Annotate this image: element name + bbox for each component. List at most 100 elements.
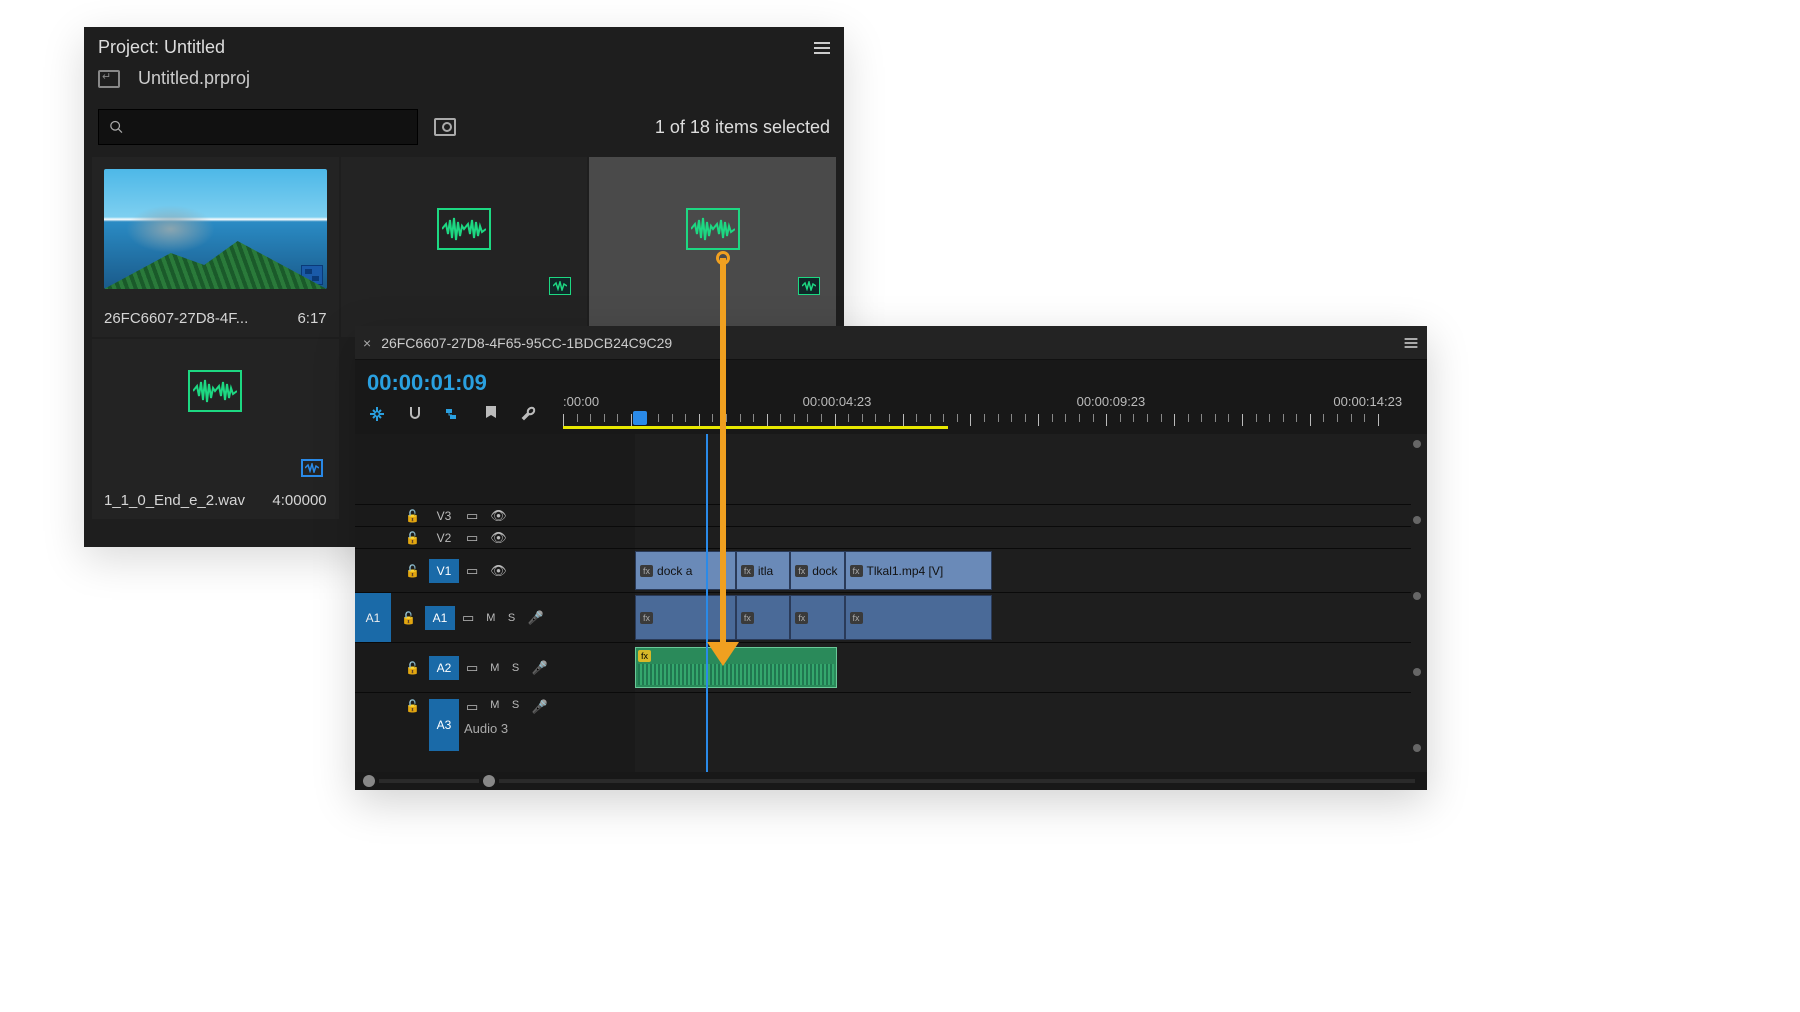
sequence-badge-icon — [301, 265, 323, 285]
audio-waveform-icon — [686, 208, 740, 250]
toggle-output-icon[interactable]: ▭ — [462, 610, 474, 626]
audio-clip-dragged[interactable]: fx — [635, 647, 837, 688]
track-label[interactable]: V3 — [429, 504, 459, 528]
lane-a2: fx — [635, 642, 1411, 692]
mute-button[interactable]: M — [490, 662, 500, 674]
eye-icon[interactable]: 👁 — [490, 530, 507, 546]
fx-badge-icon: fx — [795, 565, 808, 577]
lock-icon[interactable]: 🔓 — [405, 531, 420, 545]
timecode[interactable]: 00:00:01:09 — [363, 368, 563, 398]
fx-badge-icon: fx — [741, 612, 754, 624]
toggle-output-icon[interactable]: ▭ — [466, 563, 478, 579]
audio-clip[interactable]: fx — [845, 595, 992, 640]
toggle-output-icon[interactable]: ▭ — [466, 530, 478, 546]
item-duration: 6:17 — [297, 310, 326, 327]
audio-clip[interactable]: fx — [635, 595, 736, 640]
nest-toggle-icon[interactable] — [367, 404, 387, 424]
solo-button[interactable]: S — [512, 662, 520, 674]
new-bin-icon[interactable] — [434, 118, 456, 136]
audio-badge-icon — [549, 277, 571, 295]
track-header-v2[interactable]: 🔓 V2 ▭ 👁 — [355, 526, 635, 548]
lock-icon[interactable]: 🔓 — [405, 509, 420, 523]
toggle-output-icon[interactable]: ▭ — [466, 660, 478, 676]
lock-icon[interactable]: 🔓 — [401, 611, 416, 625]
toggle-output-icon[interactable]: ▭ — [466, 699, 478, 715]
timeline-ruler[interactable]: :00:00 00:00:04:23 00:00:09:23 00:00:14:… — [563, 368, 1419, 428]
audio-waveform-icon — [437, 208, 491, 250]
track-label[interactable]: V2 — [429, 526, 459, 550]
wrench-icon[interactable] — [519, 404, 539, 424]
project-filename: Untitled.prproj — [138, 68, 250, 89]
folder-up-icon[interactable] — [98, 70, 120, 88]
eye-icon[interactable]: 👁 — [490, 563, 507, 579]
voice-over-icon[interactable]: 🎤 — [532, 699, 548, 715]
lane-a3 — [635, 692, 1411, 754]
mute-button[interactable]: M — [486, 612, 496, 624]
snap-magnet-icon[interactable] — [405, 404, 425, 424]
track-label[interactable]: A1 — [425, 606, 455, 630]
fx-badge-icon: fx — [795, 612, 808, 624]
scroll-handle-left[interactable] — [363, 775, 375, 787]
track-scroll-dots — [1411, 440, 1423, 752]
project-item[interactable]: 1_1_0_End_e_2.wav 4:00000 — [92, 339, 339, 519]
project-item[interactable]: 26FC6607-27D8-4F... 6:17 — [92, 157, 339, 337]
track-header-a1[interactable]: A1 🔓 A1 ▭ M S 🎤 — [355, 592, 635, 642]
track-header-a3[interactable]: 🔓 A3 ▭ M S 🎤 Audio 3 — [355, 692, 635, 754]
lock-icon[interactable]: 🔓 — [405, 564, 420, 578]
timeline-tracks[interactable]: fxdock afxitlafxdockfxTlkal1.mp4 [V] fxf… — [635, 434, 1427, 772]
project-item[interactable] — [341, 157, 588, 337]
fx-badge-icon: fx — [640, 612, 653, 624]
sequence-tab-name[interactable]: 26FC6607-27D8-4F65-95CC-1BDCB24C9C29 — [381, 335, 672, 351]
solo-button[interactable]: S — [508, 612, 516, 624]
track-header-a2[interactable]: 🔓 A2 ▭ M S 🎤 — [355, 642, 635, 692]
track-name-label: Audio 3 — [460, 715, 554, 736]
fx-badge-icon: fx — [850, 565, 863, 577]
lane-a1: fx fx fx fx — [635, 592, 1411, 642]
item-name: 26FC6607-27D8-4F... — [104, 310, 248, 327]
voice-over-icon[interactable]: 🎤 — [532, 660, 548, 676]
fx-badge-icon: fx — [638, 650, 651, 662]
item-name: 1_1_0_End_e_2.wav — [104, 492, 245, 509]
mute-button[interactable]: M — [490, 699, 500, 715]
item-duration: 4:00000 — [272, 492, 326, 509]
timeline-zoom-scrollbar[interactable] — [355, 772, 1427, 790]
panel-menu-icon[interactable] — [814, 42, 830, 54]
track-headers: 🔓 V3 ▭ 👁 🔓 V2 ▭ 👁 🔓 V1 ▭ 👁 — [355, 434, 635, 772]
timeline-panel: × 26FC6607-27D8-4F65-95CC-1BDCB24C9C29 0… — [355, 326, 1427, 790]
eye-icon[interactable]: 👁 — [490, 508, 507, 524]
video-clip[interactable]: fxitla — [736, 551, 790, 590]
track-label[interactable]: A3 — [429, 699, 459, 751]
track-header-v1[interactable]: 🔓 V1 ▭ 👁 — [355, 548, 635, 592]
search-input[interactable] — [98, 109, 418, 145]
track-label[interactable]: A2 — [429, 656, 459, 680]
audio-clip[interactable]: fx — [736, 595, 790, 640]
video-clip[interactable]: fxdock — [790, 551, 844, 590]
playhead-icon[interactable] — [633, 411, 647, 425]
lock-icon[interactable]: 🔓 — [405, 699, 420, 713]
voice-over-icon[interactable]: 🎤 — [528, 610, 544, 626]
audio-clip[interactable]: fx — [790, 595, 844, 640]
toggle-output-icon[interactable]: ▭ — [466, 508, 478, 524]
project-item-selected[interactable] — [589, 157, 836, 337]
scroll-handle-right[interactable] — [483, 775, 495, 787]
marker-icon[interactable] — [481, 404, 501, 424]
lock-icon[interactable]: 🔓 — [405, 661, 420, 675]
video-clip[interactable]: fxTlkal1.mp4 [V] — [845, 551, 992, 590]
panel-menu-icon[interactable] — [1405, 338, 1418, 348]
playhead-line — [706, 434, 708, 772]
track-label[interactable]: V1 — [429, 559, 459, 583]
project-title: Project: Untitled — [98, 37, 225, 58]
linked-selection-icon[interactable] — [443, 404, 463, 424]
selection-status: 1 of 18 items selected — [655, 117, 830, 138]
audio-badge-icon — [798, 277, 820, 295]
video-clip[interactable]: fxdock a — [635, 551, 736, 590]
source-patch[interactable]: A1 — [355, 593, 391, 642]
solo-button[interactable]: S — [512, 699, 520, 715]
work-area-bar[interactable] — [563, 426, 948, 429]
fx-badge-icon: fx — [640, 565, 653, 577]
track-header-v3[interactable]: 🔓 V3 ▭ 👁 — [355, 504, 635, 526]
close-icon[interactable]: × — [363, 335, 371, 351]
audio-badge-icon — [301, 459, 323, 477]
fx-badge-icon: fx — [850, 612, 863, 624]
lane-v1: fxdock afxitlafxdockfxTlkal1.mp4 [V] — [635, 548, 1411, 592]
